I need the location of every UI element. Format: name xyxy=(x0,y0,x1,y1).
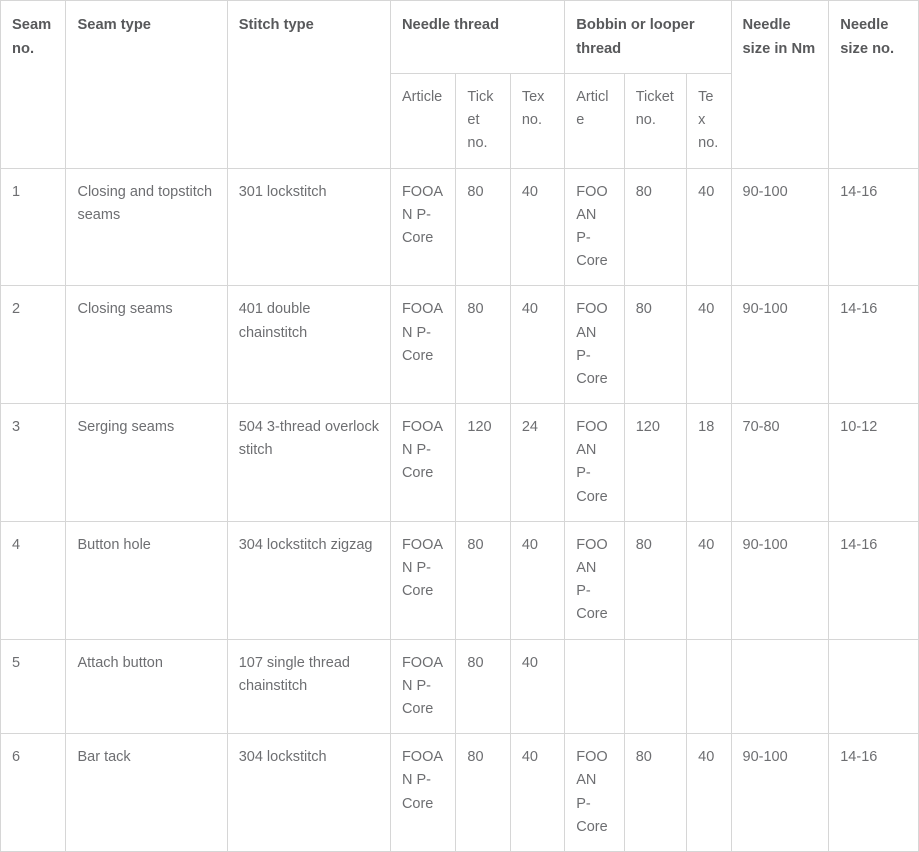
cell-bobbin-thread-article: FOOAN P-Core xyxy=(564,520,625,640)
cell-bobbin-thread-tex-no: 40 xyxy=(686,733,732,852)
cell-seam-no: 6 xyxy=(0,733,67,852)
cell-needle-thread-tex-no: 40 xyxy=(509,520,566,640)
cell-stitch-type: 304 lockstitch xyxy=(226,733,391,852)
cell-bobbin-thread-article xyxy=(564,638,625,735)
cell-needle-size-in-nm: 90-100 xyxy=(730,285,830,405)
cell-needle-size-in-nm: 90-100 xyxy=(730,733,830,852)
cell-stitch-type: 304 lockstitch zigzag xyxy=(226,520,391,640)
cell-bobbin-thread-tex-no: 40 xyxy=(686,520,732,640)
cell-bobbin-thread-ticket-no: 80 xyxy=(623,285,688,405)
column-header-seam-no: Seam no. xyxy=(0,0,67,169)
table-row: 5 Attach button 107 single thread chainsti… xyxy=(0,638,919,735)
seam-specification-table: Seam no. Seam type Stitch type Needle th… xyxy=(0,0,919,852)
cell-needle-thread-ticket-no: 80 xyxy=(455,520,511,640)
cell-bobbin-thread-ticket-no: 80 xyxy=(623,733,688,852)
cell-seam-no: 4 xyxy=(0,520,67,640)
column-header-bobbin-or-looper-thread: Bobbin or looper thread xyxy=(564,0,732,75)
cell-needle-thread-ticket-no: 120 xyxy=(455,403,511,522)
cell-bobbin-thread-tex-no: 18 xyxy=(686,403,732,522)
cell-seam-no: 3 xyxy=(0,403,67,522)
cell-needle-thread-article: FOOAN P-Core xyxy=(389,520,457,640)
cell-needle-thread-article: FOOAN P-Core xyxy=(389,285,457,405)
table-row: 6 Bar tack 304 lockstitch FOOAN P-Core 80 40 F… xyxy=(0,733,919,852)
cell-needle-thread-ticket-no: 80 xyxy=(455,638,511,735)
table-row: 1 Closing and topstitch seams 301 lockstit… xyxy=(0,167,919,287)
cell-stitch-type: 107 single thread chainstitch xyxy=(226,638,391,735)
cell-bobbin-thread-article: FOOAN P-Core xyxy=(564,285,625,405)
cell-needle-thread-article: FOOAN P-Core xyxy=(389,638,457,735)
cell-needle-size-no: 14-16 xyxy=(828,733,919,852)
subcolumn-header-needle-thread-article: Article xyxy=(389,73,457,169)
subcolumn-header-bobbin-thread-ticket-no: Ticket no. xyxy=(623,73,688,169)
cell-needle-thread-tex-no: 40 xyxy=(509,167,566,287)
cell-needle-size-no: 10-12 xyxy=(828,403,919,522)
cell-needle-size-in-nm: 70-80 xyxy=(730,403,830,522)
subcolumn-header-needle-thread-ticket-no: Ticket no. xyxy=(455,73,511,169)
cell-seam-type: Bar tack xyxy=(65,733,228,852)
column-header-needle-thread: Needle thread xyxy=(389,0,566,75)
cell-needle-size-in-nm: 90-100 xyxy=(730,167,830,287)
cell-needle-thread-ticket-no: 80 xyxy=(455,733,511,852)
subcolumn-header-needle-thread-tex-no: Tex no. xyxy=(509,73,566,169)
table-row: 2 Closing seams 401 double chainstitch FOOA… xyxy=(0,285,919,405)
cell-needle-thread-tex-no: 40 xyxy=(509,285,566,405)
table-body: 1 Closing and topstitch seams 301 lockstit… xyxy=(0,167,919,852)
subcolumn-header-bobbin-thread-tex-no: Tex no. xyxy=(686,73,732,169)
cell-needle-thread-ticket-no: 80 xyxy=(455,167,511,287)
cell-needle-size-no: 14-16 xyxy=(828,167,919,287)
table-header-row-groups: Seam no. Seam type Stitch type Needle th… xyxy=(0,0,919,169)
cell-needle-size-no: 14-16 xyxy=(828,520,919,640)
cell-bobbin-thread-tex-no: 40 xyxy=(686,167,732,287)
cell-needle-size-in-nm xyxy=(730,638,830,735)
table-header: Seam no. Seam type Stitch type Needle th… xyxy=(0,0,919,169)
cell-needle-thread-tex-no: 24 xyxy=(509,403,566,522)
cell-bobbin-thread-ticket-no: 80 xyxy=(623,167,688,287)
cell-needle-size-no xyxy=(828,638,919,735)
table-row: 4 Button hole 304 lockstitch zigzag FOOAN P… xyxy=(0,520,919,640)
cell-needle-thread-tex-no: 40 xyxy=(509,733,566,852)
cell-needle-thread-article: FOOAN P-Core xyxy=(389,733,457,852)
cell-needle-size-in-nm: 90-100 xyxy=(730,520,830,640)
cell-stitch-type: 504 3-thread overlock stitch xyxy=(226,403,391,522)
cell-seam-type: Closing and topstitch seams xyxy=(65,167,228,287)
cell-bobbin-thread-ticket-no: 120 xyxy=(623,403,688,522)
cell-bobbin-thread-article: FOOAN P-Core xyxy=(564,167,625,287)
cell-bobbin-thread-ticket-no xyxy=(623,638,688,735)
cell-seam-type: Closing seams xyxy=(65,285,228,405)
cell-needle-thread-article: FOOAN P-Core xyxy=(389,403,457,522)
cell-needle-thread-article: FOOAN P-Core xyxy=(389,167,457,287)
column-header-needle-size-no: Needle size no. xyxy=(828,0,919,169)
cell-stitch-type: 401 double chainstitch xyxy=(226,285,391,405)
cell-bobbin-thread-article: FOOAN P-Core xyxy=(564,403,625,522)
cell-seam-no: 5 xyxy=(0,638,67,735)
column-header-needle-size-in-nm: Needle size in Nm xyxy=(730,0,830,169)
cell-seam-type: Button hole xyxy=(65,520,228,640)
cell-needle-thread-ticket-no: 80 xyxy=(455,285,511,405)
cell-stitch-type: 301 lockstitch xyxy=(226,167,391,287)
cell-bobbin-thread-tex-no: 40 xyxy=(686,285,732,405)
table-row: 3 Serging seams 504 3-thread overlock stit… xyxy=(0,403,919,522)
cell-bobbin-thread-tex-no xyxy=(686,638,732,735)
cell-needle-size-no: 14-16 xyxy=(828,285,919,405)
cell-seam-no: 1 xyxy=(0,167,67,287)
cell-seam-type: Attach button xyxy=(65,638,228,735)
cell-seam-type: Serging seams xyxy=(65,403,228,522)
column-header-seam-type: Seam type xyxy=(65,0,228,169)
cell-needle-thread-tex-no: 40 xyxy=(509,638,566,735)
cell-bobbin-thread-ticket-no: 80 xyxy=(623,520,688,640)
cell-bobbin-thread-article: FOOAN P-Core xyxy=(564,733,625,852)
subcolumn-header-bobbin-thread-article: Article xyxy=(564,73,625,169)
column-header-stitch-type: Stitch type xyxy=(226,0,391,169)
cell-seam-no: 2 xyxy=(0,285,67,405)
